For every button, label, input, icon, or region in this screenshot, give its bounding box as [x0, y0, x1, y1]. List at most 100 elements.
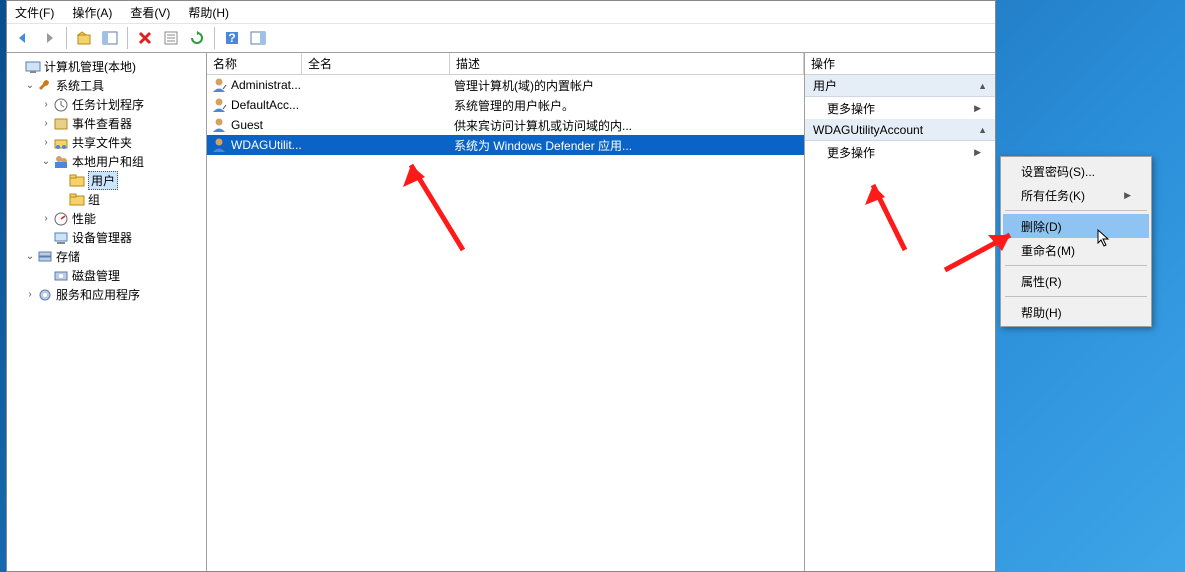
col-name[interactable]: 名称	[207, 53, 302, 74]
user-icon	[211, 97, 227, 113]
col-fullname[interactable]: 全名	[302, 53, 450, 74]
menu-item[interactable]: 所有任务(K)▶	[1003, 183, 1149, 207]
menubar: 文件(F) 操作(A) 查看(V) 帮助(H)	[7, 1, 995, 23]
table-row[interactable]: DefaultAcc...系统管理的用户帐户。	[207, 95, 804, 115]
menu-item-label: 帮助(H)	[1021, 304, 1062, 321]
table-row[interactable]: WDAGUtilit... 系统为 Windows Defender 应用...	[207, 135, 804, 155]
tree-root[interactable]: 计算机管理(本地)	[9, 57, 204, 76]
forward-button[interactable]	[37, 26, 61, 50]
tree-device-manager[interactable]: 设备管理器	[9, 228, 204, 247]
table-row[interactable]: Administrat...管理计算机(域)的内置帐户	[207, 75, 804, 95]
folder-icon	[69, 173, 85, 189]
collapse-icon: ▲	[978, 81, 987, 91]
list-body[interactable]: Administrat...管理计算机(域)的内置帐户DefaultAcc...…	[207, 75, 804, 571]
tree-users[interactable]: 用户	[9, 171, 204, 190]
action-title: 操作	[805, 53, 995, 75]
refresh-button[interactable]	[185, 26, 209, 50]
menu-item[interactable]: 帮助(H)	[1003, 300, 1149, 324]
action-section-users[interactable]: 用户 ▲	[805, 75, 995, 97]
cell-name: WDAGUtilit...	[231, 138, 306, 152]
menu-help[interactable]: 帮助(H)	[188, 4, 229, 21]
menu-item-label: 设置密码(S)...	[1021, 163, 1095, 180]
tree-groups[interactable]: 组	[9, 190, 204, 209]
folder-icon	[69, 192, 85, 208]
menu-separator	[1005, 296, 1147, 297]
tree-pane[interactable]: 计算机管理(本地) ⌄ 系统工具 › 任务计划程序 › 事件查看器 › 共享文件…	[7, 53, 207, 571]
tree-storage[interactable]: ⌄ 存储	[9, 247, 204, 266]
toolbar-sep	[214, 27, 215, 49]
clock-icon	[53, 97, 69, 113]
user-icon	[211, 77, 227, 93]
cell-desc: 系统为 Windows Defender 应用...	[454, 137, 804, 154]
shared-folder-icon	[53, 135, 69, 151]
action-section-label: 用户	[813, 77, 837, 94]
back-button[interactable]	[11, 26, 35, 50]
tree-event-viewer[interactable]: › 事件查看器	[9, 114, 204, 133]
menu-item[interactable]: 重命名(M)	[1003, 238, 1149, 262]
expand-icon[interactable]: ›	[23, 289, 37, 300]
menu-view[interactable]: 查看(V)	[130, 4, 170, 21]
toolbar-sep	[127, 27, 128, 49]
cell-desc: 供来宾访问计算机或访问域的内...	[454, 117, 804, 134]
collapse-icon[interactable]: ⌄	[39, 156, 53, 167]
menu-separator	[1005, 210, 1147, 211]
tree-label: 设备管理器	[72, 229, 132, 246]
user-icon	[211, 137, 227, 153]
tree-disk-management[interactable]: 磁盘管理	[9, 266, 204, 285]
services-icon	[37, 287, 53, 303]
menu-action[interactable]: 操作(A)	[72, 4, 112, 21]
tree-shared-folders[interactable]: › 共享文件夹	[9, 133, 204, 152]
tree-label: 共享文件夹	[72, 134, 132, 151]
cell-name: Guest	[231, 118, 306, 132]
action-more-2[interactable]: 更多操作 ▶	[805, 141, 995, 163]
up-button[interactable]	[72, 26, 96, 50]
action-pane: 操作 用户 ▲ 更多操作 ▶ WDAGUtilityAccount ▲ 更多操作…	[805, 53, 995, 571]
action-section-label: WDAGUtilityAccount	[813, 123, 923, 137]
context-menu: 设置密码(S)... 所有任务(K)▶ 删除(D) 重命名(M) 属性(R) 帮助(H)	[1000, 156, 1152, 327]
tree-system-tools[interactable]: ⌄ 系统工具	[9, 76, 204, 95]
action-item-label: 更多操作	[827, 144, 875, 161]
menu-file[interactable]: 文件(F)	[15, 4, 54, 21]
storage-icon	[37, 249, 53, 265]
expand-icon[interactable]: ›	[39, 118, 53, 129]
tree-task-scheduler[interactable]: › 任务计划程序	[9, 95, 204, 114]
tree-label: 计算机管理(本地)	[44, 58, 136, 75]
tree-label: 任务计划程序	[72, 96, 144, 113]
collapse-icon[interactable]: ⌄	[23, 251, 37, 262]
tree-label: 组	[88, 191, 100, 208]
collapse-icon[interactable]: ⌄	[23, 80, 37, 91]
col-desc[interactable]: 描述	[450, 53, 804, 74]
submenu-icon: ▶	[974, 147, 981, 158]
expand-icon[interactable]: ›	[39, 137, 53, 148]
tree-label: 用户	[88, 171, 118, 190]
show-hide-action-button[interactable]	[246, 26, 270, 50]
delete-button[interactable]	[133, 26, 157, 50]
toolbar: ?	[7, 23, 995, 53]
perf-icon	[53, 211, 69, 227]
tree-label: 本地用户和组	[72, 153, 144, 170]
properties-button[interactable]	[159, 26, 183, 50]
cursor-icon	[1097, 229, 1111, 247]
tree-local-users[interactable]: ⌄ 本地用户和组	[9, 152, 204, 171]
menu-item[interactable]: 属性(R)	[1003, 269, 1149, 293]
show-hide-tree-button[interactable]	[98, 26, 122, 50]
user-icon	[211, 117, 227, 133]
menu-item[interactable]: 删除(D)	[1003, 214, 1149, 238]
expand-icon[interactable]: ›	[39, 213, 53, 224]
menu-item-label: 删除(D)	[1021, 218, 1062, 235]
expand-icon[interactable]: ›	[39, 99, 53, 110]
mmc-window: 文件(F) 操作(A) 查看(V) 帮助(H) ? 计算机管理(本地) ⌄	[6, 0, 996, 572]
tree-performance[interactable]: › 性能	[9, 209, 204, 228]
table-row[interactable]: Guest 供来宾访问计算机或访问域的内...	[207, 115, 804, 135]
action-section-account[interactable]: WDAGUtilityAccount ▲	[805, 119, 995, 141]
tree-label: 服务和应用程序	[56, 286, 140, 303]
menu-item-label: 属性(R)	[1021, 273, 1062, 290]
menu-item-label: 所有任务(K)	[1021, 187, 1085, 204]
body-row: 计算机管理(本地) ⌄ 系统工具 › 任务计划程序 › 事件查看器 › 共享文件…	[7, 53, 995, 571]
svg-text:?: ?	[228, 31, 235, 45]
tree-services-apps[interactable]: › 服务和应用程序	[9, 285, 204, 304]
help-button[interactable]: ?	[220, 26, 244, 50]
action-more-1[interactable]: 更多操作 ▶	[805, 97, 995, 119]
cell-name: Administrat...	[231, 78, 306, 92]
menu-item[interactable]: 设置密码(S)...	[1003, 159, 1149, 183]
